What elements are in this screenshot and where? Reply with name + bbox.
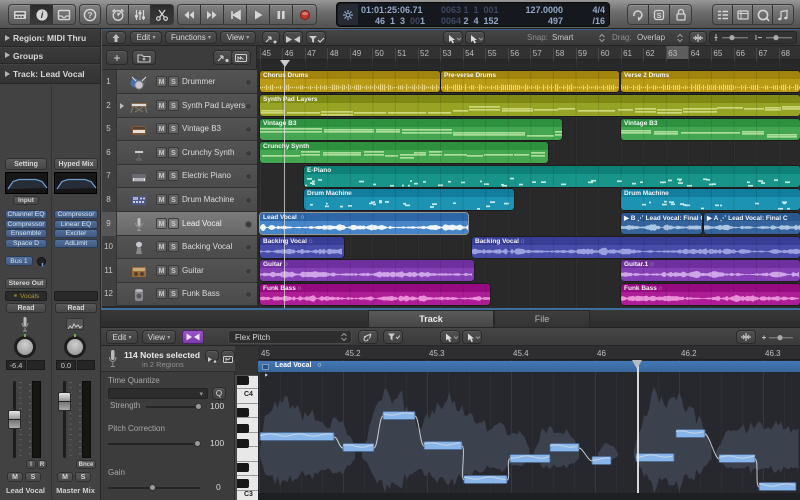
svg-text:S: S — [656, 11, 661, 20]
svg-text:?: ? — [87, 10, 92, 20]
